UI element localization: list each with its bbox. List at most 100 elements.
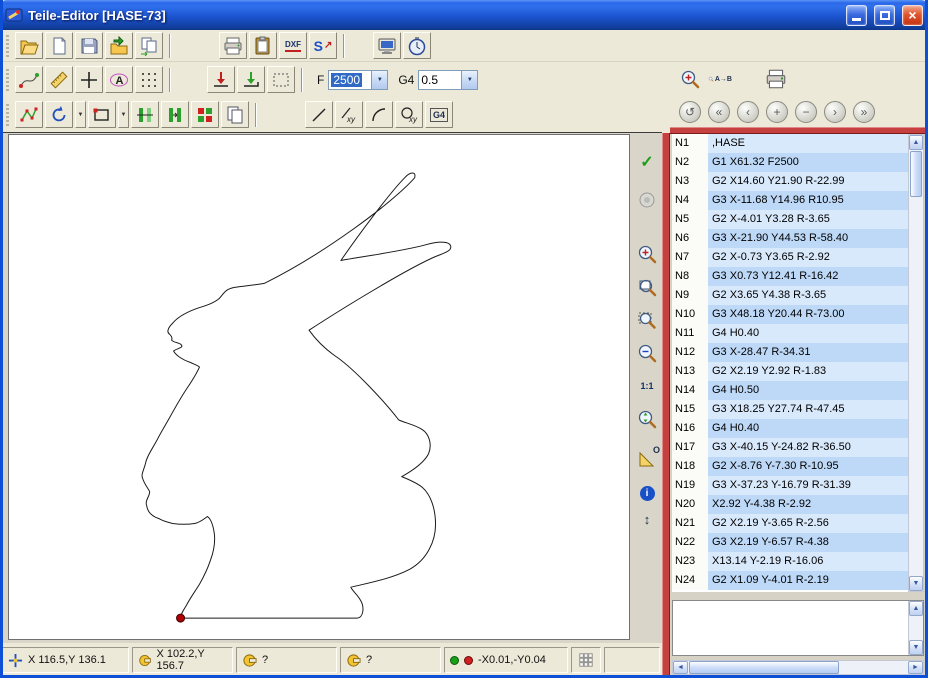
titlebar[interactable]: Teile-Editor [HASE-73] × (0, 0, 928, 30)
maximize-button[interactable] (874, 5, 895, 26)
info-button[interactable]: i (635, 481, 659, 505)
gcode-row[interactable]: N1,HASE (672, 134, 908, 153)
panel-zoom-button[interactable] (678, 67, 702, 91)
scroll-up-button[interactable]: ▲ (909, 601, 923, 616)
import-button[interactable] (105, 32, 133, 59)
selection-marquee-button[interactable] (267, 66, 295, 93)
nav-button-7[interactable]: » (853, 101, 875, 123)
close-button[interactable]: × (902, 5, 923, 26)
mirror-tool-button[interactable] (131, 101, 159, 128)
gcode-row[interactable]: N14G4 H0.50 (672, 381, 908, 400)
grid-toggle-button[interactable] (135, 66, 163, 93)
zoom-dynamic-button[interactable] (635, 407, 659, 431)
rotate-dropdown-button[interactable]: ▼ (75, 101, 86, 128)
vertical-splitter[interactable] (662, 133, 670, 675)
toolbar-grip[interactable] (6, 35, 9, 57)
gcode-row[interactable]: N4G3 X-11.68 Y14.96 R10.95 (672, 191, 908, 210)
horizontal-splitter[interactable] (670, 127, 925, 134)
nav-button-3[interactable]: ‹ (737, 101, 759, 123)
zoom-window-button[interactable] (635, 308, 659, 332)
array-tool-button[interactable] (191, 101, 219, 128)
gcode-row[interactable]: N6G3 X-21.90 Y44.53 R-58.40 (672, 229, 908, 248)
spline-button[interactable]: S ↗ (309, 32, 337, 59)
polyline-tool-button[interactable] (15, 101, 43, 128)
nav-button-5[interactable]: − (795, 101, 817, 123)
gcode-row[interactable]: N5G2 X-4.01 Y3.28 R-3.65 (672, 210, 908, 229)
scrollbar-track[interactable] (840, 661, 908, 674)
scroll-down-button[interactable]: ▼ (909, 576, 923, 591)
zoom-1to1-button[interactable]: 1:1 (635, 374, 659, 398)
rectangle-tool-button[interactable] (88, 101, 116, 128)
feedrate-value[interactable]: 2500 (329, 71, 371, 89)
align-tool-button[interactable] (161, 101, 189, 128)
nav-button-4[interactable]: + (766, 101, 788, 123)
confirm-button[interactable]: ✓ (635, 150, 659, 174)
toolbar-grip[interactable] (6, 69, 9, 91)
scroll-up-button[interactable]: ▲ (909, 135, 923, 150)
scroll-down-button[interactable]: ▼ (909, 640, 923, 655)
arc-tool-button[interactable] (365, 101, 393, 128)
line-tool-button[interactable] (305, 101, 333, 128)
zoom-out-button[interactable] (635, 341, 659, 365)
gcode-row[interactable]: N15G3 X18.25 Y27.74 R-47.45 (672, 400, 908, 419)
gcode-row[interactable]: N12G3 X-28.47 R-34.31 (672, 343, 908, 362)
dwell-tool-button[interactable]: G4 (425, 101, 453, 128)
gcode-row[interactable]: N11G4 H0.40 (672, 324, 908, 343)
insert-point-button[interactable] (207, 66, 235, 93)
feedrate-dropdown-button[interactable]: ▼ (371, 71, 387, 89)
zoom-in-button[interactable] (635, 242, 659, 266)
grid-settings-button[interactable] (571, 647, 601, 673)
gcode-row[interactable]: N18G2 X-8.76 Y-7.30 R-10.95 (672, 457, 908, 476)
rotate-tool-button[interactable] (45, 101, 73, 128)
text-measure-button[interactable]: A (105, 66, 133, 93)
start-point-marker[interactable] (177, 614, 185, 622)
gcode-row[interactable]: N21G2 X2.19 Y-3.65 R-2.56 (672, 514, 908, 533)
measure-tool-button[interactable] (45, 66, 73, 93)
new-button[interactable] (45, 32, 73, 59)
circle-xy-tool-button[interactable]: xy (395, 101, 423, 128)
paste-button[interactable] (249, 32, 277, 59)
machine-button[interactable] (373, 32, 401, 59)
snap-point-button[interactable] (237, 66, 265, 93)
crosshair-tool-button[interactable] (75, 66, 103, 93)
zoom-range-button[interactable]: A→B (708, 67, 732, 91)
rectangle-dropdown-button[interactable]: ▼ (118, 101, 129, 128)
gcode-row[interactable]: N23X13.14 Y-2.19 R-16.06 (672, 552, 908, 571)
freehand-tool-button[interactable] (15, 66, 43, 93)
export-button[interactable] (135, 32, 163, 59)
line-xy-tool-button[interactable]: xy (335, 101, 363, 128)
scrollbar-thumb[interactable] (689, 661, 839, 674)
gcode-row[interactable]: N9G2 X3.65 Y4.38 R-3.65 (672, 286, 908, 305)
gcode-row[interactable]: N20X2.92 Y-4.38 R-2.92 (672, 495, 908, 514)
gcode-row[interactable]: N17G3 X-40.15 Y-24.82 R-36.50 (672, 438, 908, 457)
nav-button-1[interactable]: ↺ (679, 101, 701, 123)
dxf-button[interactable]: DXF (279, 32, 307, 59)
drawing-canvas[interactable] (8, 134, 630, 640)
save-button[interactable] (75, 32, 103, 59)
message-box[interactable]: ▲ ▼ (672, 600, 924, 656)
minimize-button[interactable] (846, 5, 867, 26)
gcode-row[interactable]: N7G2 X-0.73 Y3.65 R-2.92 (672, 248, 908, 267)
vertical-pan-button[interactable]: ↕ (635, 507, 659, 531)
nav-button-6[interactable]: › (824, 101, 846, 123)
toolbar-grip[interactable] (6, 104, 9, 126)
scroll-right-button[interactable]: ► (908, 661, 923, 674)
timer-button[interactable] (403, 32, 431, 59)
open-button[interactable] (15, 32, 43, 59)
duplicate-tool-button[interactable] (221, 101, 249, 128)
gcode-row[interactable]: N24G2 X1.09 Y-4.01 R-2.19 (672, 571, 908, 590)
gcode-row[interactable]: N13G2 X2.19 Y2.92 R-1.83 (672, 362, 908, 381)
gcode-row[interactable]: N22G3 X2.19 Y-6.57 R-4.38 (672, 533, 908, 552)
panel-print-button[interactable] (764, 67, 788, 91)
print-button[interactable] (219, 32, 247, 59)
gcode-row[interactable]: N16G4 H0.40 (672, 419, 908, 438)
gcode-row[interactable]: N3G2 X14.60 Y21.90 R-22.99 (672, 172, 908, 191)
nav-button-2[interactable]: « (708, 101, 730, 123)
dwell-dropdown-button[interactable]: ▼ (461, 71, 477, 89)
gcode-row[interactable]: N10G3 X48.18 Y20.44 R-73.00 (672, 305, 908, 324)
scrollbar-thumb[interactable] (910, 151, 922, 197)
gcode-row[interactable]: N2G1 X61.32 F2500 (672, 153, 908, 172)
scroll-left-button[interactable]: ◄ (673, 661, 688, 674)
target-button[interactable] (635, 188, 659, 212)
zoom-page-button[interactable] (635, 275, 659, 299)
